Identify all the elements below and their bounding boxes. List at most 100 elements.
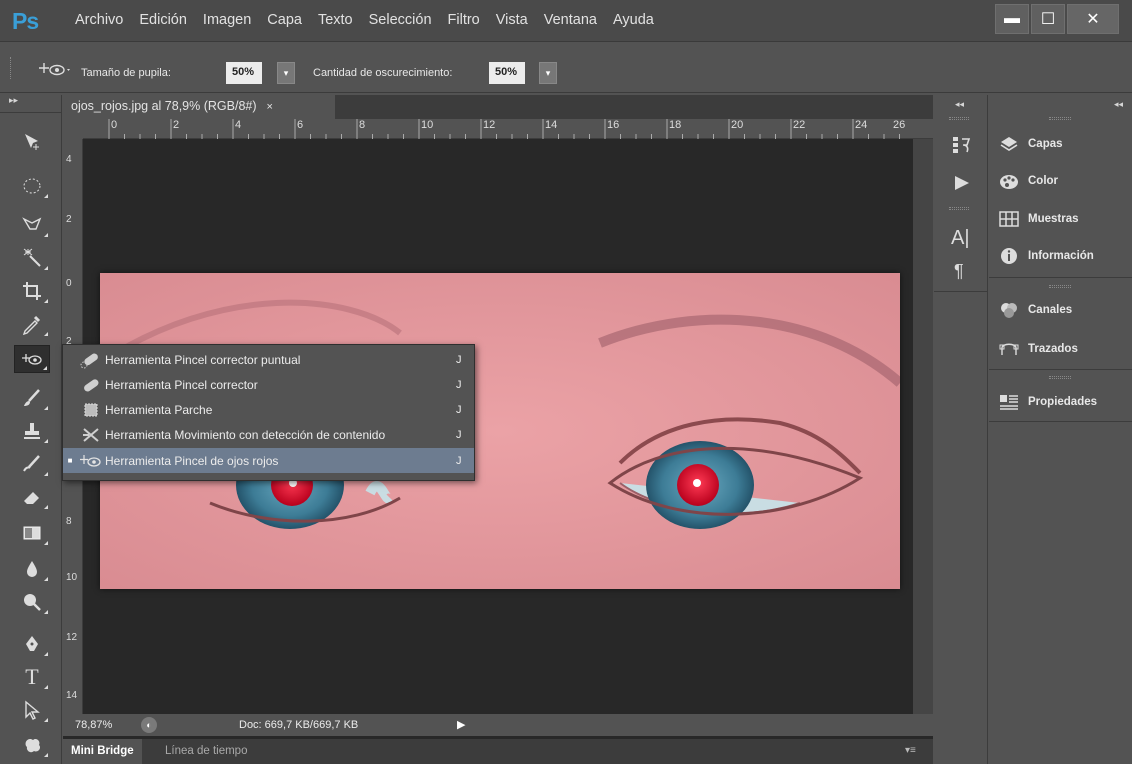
- strip-grip[interactable]: [949, 207, 969, 210]
- flyout-item-spot-healing[interactable]: Herramienta Pincel corrector puntual J: [63, 347, 474, 372]
- healing-brush-icon: [77, 375, 105, 395]
- panel-label: Información: [1028, 250, 1094, 262]
- options-grip[interactable]: [10, 57, 13, 79]
- flyout-item-patch[interactable]: Herramienta Parche J: [63, 397, 474, 422]
- ruler-v-label: 0: [66, 278, 72, 289]
- paragraph-icon[interactable]: ¶: [954, 261, 964, 282]
- panel-grip[interactable]: [1049, 117, 1071, 120]
- panel-informacion[interactable]: Información: [999, 247, 1094, 265]
- flyout-shortcut: J: [456, 454, 462, 467]
- flyout-shortcut: J: [456, 353, 462, 366]
- move-tool[interactable]: [14, 127, 50, 155]
- status-menu-arrow-icon[interactable]: ▶: [457, 718, 465, 731]
- path-selection-tool[interactable]: [14, 696, 50, 724]
- minimize-button[interactable]: ▬: [995, 4, 1029, 34]
- flyout-item-red-eye[interactable]: ■ Herramienta Pincel de ojos rojos J: [63, 448, 474, 473]
- ruler-v-label: 10: [66, 572, 78, 583]
- gradient-tool[interactable]: [14, 519, 50, 547]
- darken-amount-input[interactable]: 50%: [489, 62, 525, 84]
- panel-menu-icon[interactable]: ▾≡: [905, 745, 916, 756]
- panel-label: Propiedades: [1028, 396, 1098, 408]
- type-tool[interactable]: T: [14, 663, 50, 691]
- status-icon[interactable]: ◐: [141, 717, 157, 733]
- expand-icon[interactable]: ▸▸: [9, 95, 18, 106]
- ruler-h-label: 4: [235, 119, 242, 131]
- ruler-h-label: 0: [111, 119, 118, 131]
- tool-preset-picker[interactable]: [36, 57, 72, 81]
- close-button[interactable]: ✕: [1067, 4, 1119, 34]
- ruler-h-label: 20: [731, 119, 744, 131]
- custom-shape-icon: [25, 738, 41, 753]
- horizontal-ruler-ticks: [108, 119, 900, 139]
- menu-capa[interactable]: Capa: [267, 12, 302, 28]
- menu-archivo[interactable]: Archivo: [75, 12, 123, 28]
- brush-tool[interactable]: [14, 384, 50, 412]
- zoom-level[interactable]: 78,87%: [75, 719, 112, 731]
- tab-mini-bridge[interactable]: Mini Bridge: [63, 739, 142, 764]
- elliptical-marquee-icon: [23, 178, 41, 194]
- darken-amount-dropdown[interactable]: ▾: [539, 62, 557, 84]
- menu-ayuda[interactable]: Ayuda: [613, 12, 654, 28]
- patch-icon: [77, 400, 105, 420]
- red-eye-tool[interactable]: [14, 345, 50, 373]
- magic-wand-tool[interactable]: [14, 244, 50, 272]
- flyout-item-healing-brush[interactable]: Herramienta Pincel corrector J: [63, 372, 474, 397]
- crop-tool[interactable]: [14, 277, 50, 305]
- tools-panel-header[interactable]: ▸▸: [0, 95, 62, 113]
- menu-edicion[interactable]: Edición: [139, 12, 187, 28]
- menu-seleccion[interactable]: Selección: [369, 12, 432, 28]
- red-eye-icon: [22, 354, 42, 365]
- tab-timeline[interactable]: Línea de tiempo: [157, 739, 255, 764]
- eraser-tool[interactable]: [14, 483, 50, 511]
- panel-canales[interactable]: Canales: [999, 301, 1072, 319]
- panel-grip[interactable]: [1049, 285, 1071, 288]
- panel-propiedades[interactable]: Propiedades: [999, 393, 1097, 411]
- document-tab[interactable]: ojos_rojos.jpg al 78,9% (RGB/8#) ×: [63, 95, 335, 119]
- selected-bullet-icon: ■: [67, 456, 73, 465]
- actions-play-icon[interactable]: [951, 173, 973, 193]
- character-icon[interactable]: A|: [951, 227, 970, 250]
- pen-tool[interactable]: [14, 630, 50, 658]
- panel-label: Canales: [1028, 304, 1073, 316]
- menu-vista[interactable]: Vista: [496, 12, 528, 28]
- ruler-h-label: 10: [421, 119, 434, 131]
- spot-healing-brush-icon: [77, 350, 105, 370]
- eyedropper-tool[interactable]: [14, 310, 50, 338]
- menu-imagen[interactable]: Imagen: [203, 12, 251, 28]
- collapse-dock-icon[interactable]: ◂◂: [1114, 99, 1123, 110]
- custom-shape-tool[interactable]: [14, 731, 50, 759]
- channels-icon: [999, 301, 1019, 319]
- content-aware-move-icon: [77, 425, 105, 445]
- move-icon: [25, 134, 39, 150]
- menu-filtro[interactable]: Filtro: [448, 12, 480, 28]
- history-brush-tool[interactable]: [14, 450, 50, 478]
- color-palette-icon: [999, 172, 1019, 190]
- marquee-tool[interactable]: [14, 172, 50, 200]
- flyout-shortcut: J: [456, 403, 462, 416]
- panel-capas[interactable]: Capas: [999, 135, 1063, 153]
- panel-trazados[interactable]: Trazados: [999, 340, 1078, 358]
- close-tab-icon[interactable]: ×: [267, 101, 273, 113]
- pupil-size-dropdown[interactable]: ▾: [277, 62, 295, 84]
- horizontal-ruler[interactable]: 0 2 4 6 8 10 12 14 16 18 20 22 24 26: [83, 119, 933, 139]
- blur-tool[interactable]: [14, 555, 50, 583]
- collapse-icon[interactable]: ◂◂: [955, 99, 964, 110]
- strip-grip[interactable]: [949, 117, 969, 120]
- panel-color[interactable]: Color: [999, 172, 1058, 190]
- lasso-tool[interactable]: [14, 211, 50, 239]
- history-icon[interactable]: [951, 135, 973, 155]
- menu-texto[interactable]: Texto: [318, 12, 353, 28]
- maximize-button[interactable]: ☐: [1031, 4, 1065, 34]
- dodge-tool[interactable]: [14, 588, 50, 616]
- pupil-size-input[interactable]: 50%: [226, 62, 262, 84]
- panel-muestras[interactable]: Muestras: [999, 210, 1079, 228]
- vertical-scrollbar[interactable]: [913, 139, 933, 714]
- flyout-item-content-aware-move[interactable]: Herramienta Movimiento con detección de …: [63, 422, 474, 447]
- panel-grip[interactable]: [1049, 376, 1071, 379]
- gradient-icon: [23, 526, 41, 540]
- properties-icon: [999, 393, 1019, 411]
- menu-ventana[interactable]: Ventana: [544, 12, 597, 28]
- document-size: Doc: 669,7 KB/669,7 KB: [239, 719, 359, 731]
- ruler-origin[interactable]: [63, 119, 83, 139]
- clone-stamp-tool[interactable]: [14, 417, 50, 445]
